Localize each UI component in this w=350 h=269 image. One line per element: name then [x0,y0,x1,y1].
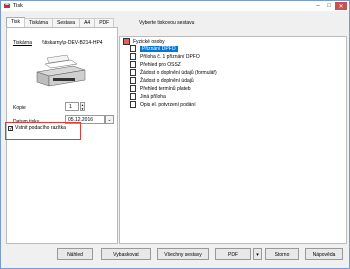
document-icon [130,101,136,108]
button-bar: Náhled Vybaskovat Všechny sestavy PDF ▾ … [1,248,349,268]
maximize-icon[interactable]: □ [324,2,334,10]
folder-icon [123,38,130,45]
tree-root-label: Fyzické osoby [133,38,165,45]
pdf-dropdown-icon[interactable]: ▾ [253,248,262,260]
tab-a4[interactable]: A4 [79,18,96,27]
close-icon[interactable]: ✕ [335,2,347,10]
minimize-icon[interactable]: – [313,2,323,10]
printer-app-icon [4,3,10,8]
window-controls: – □ ✕ [313,2,347,10]
copies-spinner[interactable]: ▲ ▼ [80,102,85,111]
tree-item-prehled-plateb[interactable]: Přehled termínů plateb [130,85,191,92]
tree-item-zadost[interactable]: Žádost o doplnění údajů [130,77,194,84]
stamp-checkbox-label[interactable]: Vstnit podacího razítka [15,125,66,131]
tab-tisk[interactable]: Tisk [6,17,25,27]
printer-path: \\tiskarny\p-DEV-B214-HP4 [42,40,103,46]
tree-item-opis-potvrzeni[interactable]: Opis el. potvrzení podání [130,101,196,108]
tree-item-jina-priloha[interactable]: Jiná příloha [130,93,166,100]
printer-illustration-icon [36,54,86,87]
tab-bar: Tisk Tiskárna Sestava A4 PDF [6,17,115,27]
help-button[interactable]: Nápověda [305,248,343,260]
pdf-button[interactable]: PDF [215,248,251,260]
all-reports-button[interactable]: Všechny sestavy [157,248,209,260]
copies-label: Kopie [13,105,26,111]
tree-item-priloha-1[interactable]: Příloha č. 1 přiznání DPFO [130,53,200,60]
preview-button[interactable]: Náhled [57,248,93,260]
cancel-button[interactable]: Storno [265,248,299,260]
vybaskovat-button[interactable]: Vybaskovat [101,248,151,260]
report-select-header: Vyberte tiskovou sestavu [139,20,195,26]
document-icon [130,85,136,92]
tab-sestava[interactable]: Sestava [51,18,81,27]
stamp-checkbox-row[interactable]: ✓ Vstnit podacího razítka [8,125,66,131]
print-dialog: Tisk – □ ✕ Tisk Tiskárna Sestava A4 PDF … [0,0,350,269]
document-icon [130,61,136,68]
tab-pdf[interactable]: PDF [94,18,115,27]
document-icon [130,45,136,52]
copies-input[interactable]: 1 [65,102,79,111]
document-icon [130,53,136,60]
stamp-checkbox[interactable]: ✓ [8,125,13,131]
report-tree: Fyzické osoby Přiznání DPFO Příloha č. 1… [119,36,347,244]
tree-item-priznani-dpfo[interactable]: Přiznání DPFO [130,45,178,52]
title-bar: Tisk – □ ✕ [1,1,349,11]
document-icon [130,69,136,76]
tree-item-zadost-formular[interactable]: Žádost o doplnění údajů (formulář) [130,69,217,76]
document-icon [130,93,136,100]
printer-label[interactable]: Tiskárna [13,40,32,46]
document-icon [130,77,136,84]
tree-root-fyzicke-osoby[interactable]: Fyzické osoby [123,38,165,45]
tab-tiskarna[interactable]: Tiskárna [23,18,53,27]
date-dropdown-icon[interactable]: ⌄ [105,115,114,124]
window-title: Tisk [13,3,23,9]
tree-item-prehled-ossz[interactable]: Přehled pro OSSZ [130,61,181,68]
